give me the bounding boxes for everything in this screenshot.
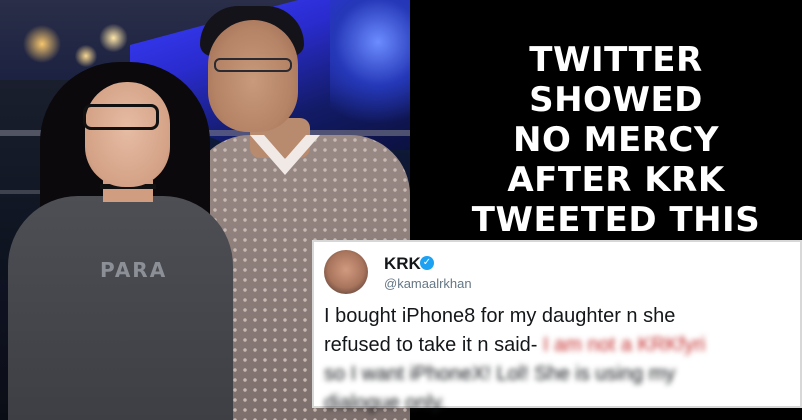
tweet-blurred-text: so I want iPhoneX! Lol! She is using my (324, 363, 676, 385)
headline-line: AFTER KRK (507, 160, 725, 200)
tweet-text-segment: refused to take it n said- (324, 334, 538, 356)
tweet-text: I bought iPhone8 for my daughter n she r… (324, 302, 790, 418)
man-glasses (214, 58, 292, 72)
tweet-author-handle[interactable]: @kamaalrkhan (384, 276, 472, 291)
girl-face (85, 82, 170, 187)
shirt-print: PARA (100, 258, 168, 282)
tweet-line: refused to take it n said- I am not a KR… (324, 331, 790, 360)
avatar[interactable] (324, 250, 368, 294)
headline: TWITTER SHOWED NO MERCY AFTER KRK TWEETE… (430, 40, 802, 240)
tweet-blurred-text: I am not a KRKfyri (543, 334, 706, 356)
tweet-author-name[interactable]: KRK (384, 254, 421, 274)
tweet-blurred-text: dialogue only. (324, 392, 446, 414)
tweet-card: KRK ✓ @kamaalrkhan I bought iPhone8 for … (312, 240, 802, 414)
headline-line: SHOWED (529, 80, 703, 120)
headline-line: TWEETED THIS (471, 200, 761, 240)
bridge-glow (330, 0, 410, 140)
tweet-line: I bought iPhone8 for my daughter n she (324, 302, 790, 331)
tweet-header: KRK ✓ @kamaalrkhan (324, 250, 790, 296)
verified-check-icon: ✓ (420, 256, 434, 270)
tweet-line: dialogue only. (324, 389, 790, 418)
headline-line: NO MERCY (512, 120, 719, 160)
girl-top (8, 196, 233, 420)
man-face (208, 20, 298, 132)
headline-line: TWITTER (529, 40, 703, 80)
girl-glasses (83, 104, 159, 130)
tweet-line: so I want iPhoneX! Lol! She is using my (324, 360, 790, 389)
tweet-text-segment: I bought iPhone8 for my daughter n she (324, 305, 676, 327)
